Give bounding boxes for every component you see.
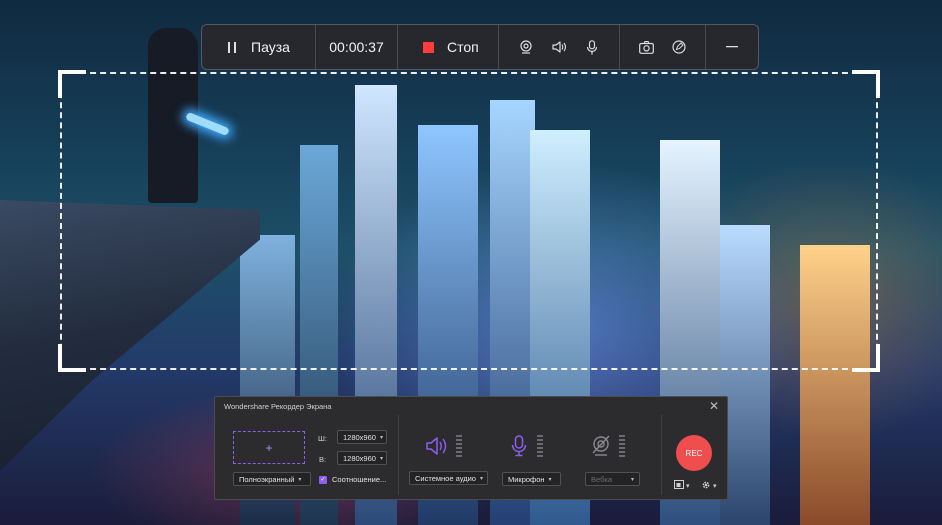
settings-button[interactable]: ▾ — [701, 480, 717, 492]
webcam-icon[interactable] — [518, 39, 534, 55]
webcam-label: Вебка — [591, 474, 613, 484]
capture-corner-handle[interactable] — [58, 70, 86, 98]
close-icon[interactable]: ✕ — [709, 399, 719, 413]
pause-label: Пауза — [251, 39, 290, 55]
select-area-button[interactable]: + — [233, 431, 305, 464]
media-controls — [499, 25, 620, 69]
speaker-icon[interactable] — [551, 39, 567, 55]
system-audio-label: Системное аудио — [415, 473, 476, 483]
system-audio-dropdown[interactable]: Системное аудио ▾ — [409, 471, 488, 485]
webcam-off-icon[interactable] — [587, 433, 615, 459]
stop-section: Стоп — [398, 25, 499, 69]
chevron-down-icon: ▾ — [548, 476, 552, 483]
webcam-dropdown[interactable]: Вебка ▾ — [585, 472, 640, 486]
timer-section: 00:00:37 — [316, 25, 398, 69]
chevron-down-icon: ▾ — [686, 482, 690, 490]
capture-corner-handle[interactable] — [852, 344, 880, 372]
plus-icon: + — [265, 440, 273, 455]
rec-button[interactable]: REC — [676, 435, 712, 471]
system-audio-level-meter — [456, 435, 462, 457]
width-label: Ш: — [318, 434, 327, 443]
region-icon — [674, 480, 684, 491]
panel-title: Wondershare Рекордер Экрана — [224, 402, 332, 411]
divider — [398, 415, 399, 495]
camera-screenshot-icon[interactable] — [638, 39, 654, 55]
region-mode-button[interactable]: ▾ — [674, 480, 690, 491]
chevron-down-icon: ▾ — [298, 476, 302, 483]
recording-toolbar: Пауза 00:00:37 Стоп — [201, 24, 759, 70]
capture-mode-value: Полноэкранный — [239, 474, 295, 484]
chevron-down-icon: ▾ — [630, 476, 634, 483]
aspect-ratio-checkbox[interactable]: ✓ Соотношение... — [319, 475, 386, 484]
microphone-icon[interactable] — [584, 39, 600, 55]
checkmark-icon: ✓ — [319, 475, 327, 484]
pause-button[interactable]: Пауза — [224, 39, 290, 55]
chevron-down-icon: ▾ — [379, 455, 383, 462]
capture-mode-dropdown[interactable]: Полноэкранный ▾ — [233, 472, 311, 486]
chevron-down-icon: ▾ — [479, 475, 483, 482]
pause-section: Пауза — [202, 25, 316, 69]
height-value: 1280x960 — [343, 453, 376, 463]
chevron-down-icon: ▾ — [379, 434, 383, 441]
capture-corner-handle[interactable] — [58, 344, 86, 372]
microphone-level-meter — [537, 435, 543, 457]
minimize-section — [706, 25, 758, 69]
rec-label: REC — [685, 448, 703, 458]
divider — [661, 415, 662, 495]
stop-button[interactable]: Стоп — [420, 39, 479, 55]
height-dropdown[interactable]: 1280x960 ▾ — [337, 451, 387, 465]
pen-draw-icon[interactable] — [671, 39, 687, 55]
capture-region[interactable] — [58, 70, 880, 372]
gear-icon — [701, 480, 711, 492]
stop-label: Стоп — [447, 39, 479, 55]
pause-icon — [224, 39, 240, 55]
minimize-icon[interactable] — [724, 39, 740, 55]
webcam-level-meter — [619, 435, 625, 457]
width-dropdown[interactable]: 1280x960 ▾ — [337, 430, 387, 444]
width-value: 1280x960 — [343, 432, 376, 442]
stop-icon — [420, 39, 436, 55]
aspect-ratio-label: Соотношение... — [332, 475, 387, 484]
capture-corner-handle[interactable] — [852, 70, 880, 98]
system-audio-icon[interactable] — [423, 433, 451, 459]
microphone-label: Микрофон — [508, 474, 545, 484]
height-label: В: — [319, 455, 327, 464]
chevron-down-icon: ▾ — [713, 483, 717, 490]
microphone-dropdown[interactable]: Микрофон ▾ — [502, 472, 561, 486]
microphone-icon[interactable] — [505, 433, 533, 459]
capture-tools — [620, 25, 706, 69]
recording-timer: 00:00:37 — [329, 39, 384, 55]
recorder-panel: Wondershare Рекордер Экрана ✕ + Полноэкр… — [214, 396, 728, 500]
